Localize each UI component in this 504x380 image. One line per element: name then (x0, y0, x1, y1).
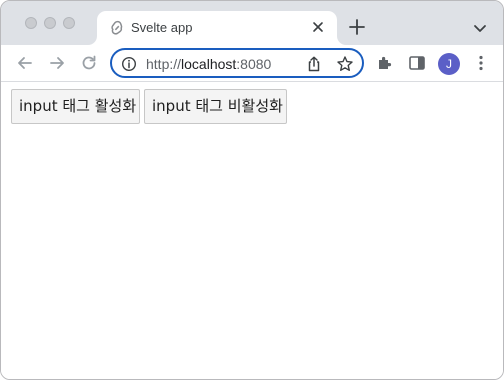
address-bar[interactable]: http://localhost:8080 (110, 48, 364, 78)
reload-icon[interactable] (79, 53, 99, 73)
puzzle-icon[interactable] (375, 53, 395, 73)
side-panel-icon[interactable] (407, 53, 427, 73)
share-icon[interactable] (305, 55, 323, 73)
arrow-right-icon[interactable] (47, 53, 67, 73)
info-icon[interactable] (121, 56, 137, 72)
plus-icon[interactable] (347, 17, 367, 37)
url-host: localhost (181, 56, 237, 72)
disable-input-button[interactable]: input 태그 비활성화 (144, 89, 287, 124)
url-scheme: http:// (146, 56, 182, 72)
svelte-icon (111, 20, 123, 35)
zoom-window-button[interactable] (63, 17, 75, 29)
star-icon[interactable] (336, 55, 354, 73)
tab-strip: Svelte app (1, 1, 503, 45)
chevron-down-icon[interactable] (471, 19, 489, 37)
url-port: :8080 (236, 56, 272, 72)
browser-toolbar: http://localhost:8080 J (1, 45, 503, 82)
close-icon[interactable] (309, 18, 327, 36)
profile-avatar[interactable]: J (438, 53, 460, 75)
arrow-left-icon[interactable] (15, 53, 35, 73)
enable-input-button[interactable]: input 태그 활성화 (11, 89, 140, 124)
tab-svelte-app[interactable]: Svelte app (97, 11, 337, 45)
browser-window: Svelte app http://localhost:8080 J input… (0, 0, 504, 380)
url-text: http://localhost:8080 (146, 56, 271, 72)
kebab-menu-icon[interactable] (471, 53, 491, 73)
tab-title: Svelte app (131, 20, 193, 35)
minimize-window-button[interactable] (44, 17, 56, 29)
close-window-button[interactable] (25, 17, 37, 29)
page-content: input 태그 활성화 input 태그 비활성화 (1, 82, 503, 379)
